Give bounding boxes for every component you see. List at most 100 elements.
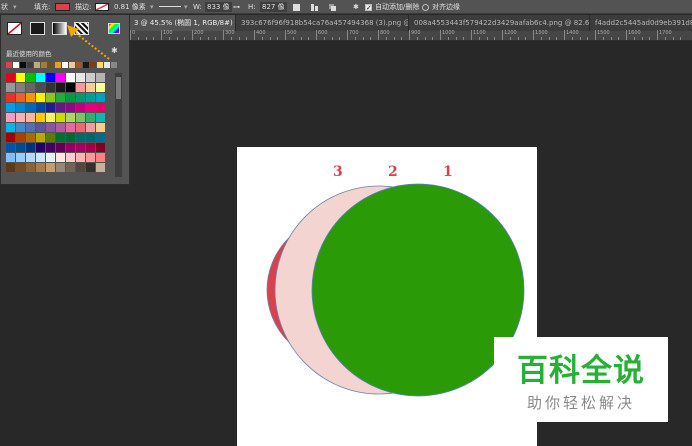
- swatch[interactable]: [46, 83, 55, 92]
- swatch[interactable]: [26, 113, 35, 122]
- swatch[interactable]: [46, 133, 55, 142]
- swatch[interactable]: [86, 83, 95, 92]
- swatch[interactable]: [36, 153, 45, 162]
- swatch[interactable]: [76, 93, 85, 102]
- swatch[interactable]: [96, 123, 105, 132]
- swatch[interactable]: [86, 73, 95, 82]
- swatch[interactable]: [26, 133, 35, 142]
- solid-color-button[interactable]: [30, 22, 45, 35]
- swatch[interactable]: [76, 153, 85, 162]
- recent-swatch[interactable]: [76, 62, 82, 68]
- recent-swatch[interactable]: [90, 62, 96, 68]
- recent-swatch[interactable]: [27, 62, 33, 68]
- swatch[interactable]: [56, 153, 65, 162]
- document-canvas[interactable]: 3 2 1: [237, 147, 537, 446]
- swatch[interactable]: [96, 153, 105, 162]
- swatch[interactable]: [36, 103, 45, 112]
- recent-swatch[interactable]: [104, 62, 110, 68]
- swatch[interactable]: [6, 103, 15, 112]
- swatch[interactable]: [66, 143, 75, 152]
- swatch[interactable]: [56, 123, 65, 132]
- swatch[interactable]: [86, 133, 95, 142]
- swatch[interactable]: [86, 143, 95, 152]
- tab-document-2[interactable]: 393c676f96f918b54ca76a457494368 (3).png …: [237, 15, 409, 31]
- swatch[interactable]: [46, 113, 55, 122]
- swatch[interactable]: [16, 153, 25, 162]
- swatch[interactable]: [96, 133, 105, 142]
- swatch[interactable]: [36, 83, 45, 92]
- tab-document-3[interactable]: 008a4553443f579422d3429aafab6c4.png @ 82…: [410, 15, 590, 31]
- swatch[interactable]: [56, 73, 65, 82]
- swatch[interactable]: [6, 113, 15, 122]
- swatch[interactable]: [86, 93, 95, 102]
- swatch[interactable]: [66, 163, 75, 172]
- swatch[interactable]: [46, 153, 55, 162]
- swatch[interactable]: [6, 83, 15, 92]
- auto-add-delete-checkbox[interactable]: [365, 1, 372, 15]
- recent-swatch[interactable]: [6, 62, 12, 68]
- tab-document-1[interactable]: 3 @ 45.5% (椭圆 1, RGB/8#) *×: [130, 15, 236, 31]
- recent-swatch[interactable]: [83, 62, 89, 68]
- swatch[interactable]: [36, 133, 45, 142]
- tab-document-4[interactable]: f4add2c5445ad0d9eb391d8: [591, 15, 692, 31]
- swatch[interactable]: [76, 83, 85, 92]
- swatch[interactable]: [26, 143, 35, 152]
- swatch[interactable]: [6, 133, 15, 142]
- recent-swatch[interactable]: [20, 62, 26, 68]
- swatch[interactable]: [66, 123, 75, 132]
- swatch[interactable]: [66, 133, 75, 142]
- swatch[interactable]: [76, 113, 85, 122]
- swatch[interactable]: [6, 73, 15, 82]
- gear-icon[interactable]: ✱: [353, 0, 359, 14]
- swatch[interactable]: [56, 83, 65, 92]
- swatch[interactable]: [66, 73, 75, 82]
- swatch[interactable]: [36, 123, 45, 132]
- swatch[interactable]: [46, 103, 55, 112]
- swatch[interactable]: [16, 113, 25, 122]
- path-align-icon[interactable]: [310, 2, 320, 12]
- recent-swatch[interactable]: [41, 62, 47, 68]
- stroke-swatch[interactable]: [95, 3, 109, 11]
- swatch[interactable]: [16, 163, 25, 172]
- swatch[interactable]: [16, 123, 25, 132]
- swatch[interactable]: [6, 123, 15, 132]
- swatch[interactable]: [76, 133, 85, 142]
- swatch[interactable]: [26, 83, 35, 92]
- fill-swatch[interactable]: [55, 3, 70, 11]
- swatch[interactable]: [16, 103, 25, 112]
- align-edges-checkbox[interactable]: [422, 4, 429, 11]
- swatch[interactable]: [76, 143, 85, 152]
- swatch[interactable]: [46, 143, 55, 152]
- mode-select[interactable]: 状: [1, 0, 8, 14]
- swatch[interactable]: [46, 123, 55, 132]
- swatch[interactable]: [76, 123, 85, 132]
- swatch[interactable]: [56, 133, 65, 142]
- swatch[interactable]: [96, 113, 105, 122]
- swatch[interactable]: [46, 93, 55, 102]
- swatch[interactable]: [26, 73, 35, 82]
- swatch[interactable]: [76, 163, 85, 172]
- swatch[interactable]: [66, 83, 75, 92]
- recent-swatch[interactable]: [48, 62, 54, 68]
- stroke-width-dropdown-icon[interactable]: ▾: [150, 0, 154, 14]
- path-arrange-icon[interactable]: [328, 2, 338, 12]
- swatch[interactable]: [56, 143, 65, 152]
- width-field[interactable]: 833 像: [205, 2, 232, 12]
- swatch[interactable]: [46, 73, 55, 82]
- swatch[interactable]: [36, 93, 45, 102]
- mode-dropdown-icon[interactable]: ▾: [13, 0, 17, 14]
- stroke-width-value[interactable]: 0.81 像素: [114, 0, 146, 14]
- swatch[interactable]: [16, 133, 25, 142]
- swatch[interactable]: [86, 103, 95, 112]
- swatch[interactable]: [66, 93, 75, 102]
- horizontal-ruler[interactable]: 0 100 200 300 400 500 600 700 800 900 1000 1100 1200…: [130, 30, 692, 41]
- swatch[interactable]: [76, 103, 85, 112]
- swatch[interactable]: [56, 163, 65, 172]
- recent-swatch[interactable]: [55, 62, 61, 68]
- no-color-button[interactable]: [7, 22, 22, 35]
- height-field[interactable]: 827 像: [260, 2, 287, 12]
- swatch[interactable]: [16, 93, 25, 102]
- path-ops-icon[interactable]: [292, 2, 302, 12]
- swatch[interactable]: [66, 103, 75, 112]
- swatch[interactable]: [96, 73, 105, 82]
